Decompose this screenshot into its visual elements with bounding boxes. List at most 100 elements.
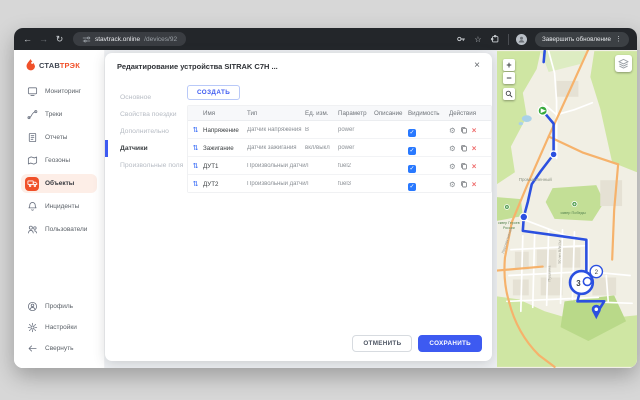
- sidebar-item-monitoring[interactable]: Мониторинг: [21, 82, 97, 101]
- profile-avatar[interactable]: [516, 34, 527, 45]
- sidebar-item-objects[interactable]: Объекты: [21, 174, 97, 193]
- sidebar: СТАВТРЭК Мониторинг Треки: [14, 50, 105, 368]
- col-type: Тип: [247, 110, 305, 117]
- sidebar-item-profile[interactable]: Профиль: [21, 297, 97, 316]
- tab-main[interactable]: Основное: [105, 89, 185, 106]
- copy-icon[interactable]: [460, 180, 468, 188]
- sidebar-item-settings[interactable]: Настройки: [21, 318, 97, 337]
- table-header-row: Имя Тип Ед. изм. Параметр Описание Видим…: [188, 106, 491, 121]
- sidebar-item-label: Настройки: [45, 324, 77, 331]
- delete-icon[interactable]: ×: [472, 126, 477, 135]
- map-layers-button[interactable]: [615, 55, 632, 72]
- settings-icon[interactable]: ⚙: [449, 126, 456, 135]
- url-domain: stavtrack.online: [95, 36, 140, 43]
- sidebar-item-label: Треки: [45, 111, 62, 118]
- map[interactable]: 3 2 Промышленный сквер Победы сквер Геро…: [497, 50, 637, 368]
- finish-update-button[interactable]: Завершить обновление ⋮: [535, 32, 629, 47]
- table-row[interactable]: ⇅ ДУТ1 Произвольный датчик л fuel2 ⚙: [188, 157, 491, 175]
- settings-icon[interactable]: ⚙: [449, 162, 456, 171]
- delete-icon[interactable]: ×: [472, 144, 477, 153]
- truck-icon: [25, 177, 39, 191]
- tab-custom-fields[interactable]: Произвольные поля: [105, 157, 185, 174]
- geofence-icon: [25, 154, 39, 168]
- row-actions: ⚙ ×: [449, 180, 491, 189]
- zoom-in-button[interactable]: +: [503, 59, 515, 71]
- sensor-name: ДУТ1: [203, 163, 247, 170]
- sidebar-item-label: Инциденты: [45, 203, 79, 210]
- brand-logo: СТАВТРЭК: [14, 50, 104, 80]
- route-point-marker: [550, 151, 557, 158]
- sensor-type: Произвольный датчик: [247, 163, 305, 169]
- table-row[interactable]: ⇅ Напряжение Датчик напряжения В power ⚙: [188, 121, 491, 139]
- main-area: Редактирование устройства SITRAK C7H ...…: [105, 50, 497, 368]
- zoom-out-button[interactable]: −: [503, 72, 515, 84]
- sidebar-footer: Профиль Настройки Свернуть: [14, 295, 104, 368]
- sidebar-item-collapse[interactable]: Свернуть: [21, 339, 97, 358]
- drag-handle-icon[interactable]: ⇅: [188, 180, 203, 188]
- copy-icon[interactable]: [460, 162, 468, 170]
- bookmark-star-icon[interactable]: ☆: [472, 33, 484, 45]
- sidebar-spacer: [14, 241, 104, 295]
- report-icon: [25, 131, 39, 145]
- table-row[interactable]: ⇅ ДУТ2 Произвольный датчик л fuel3 ⚙: [188, 175, 491, 192]
- flame-icon: [25, 59, 36, 72]
- users-icon: [25, 223, 39, 237]
- address-bar[interactable]: stavtrack.online/devices/92: [73, 32, 186, 46]
- svg-text:сквер Победы: сквер Победы: [561, 210, 586, 215]
- layers-icon: [618, 58, 629, 69]
- sensor-param: fuel2: [338, 163, 374, 169]
- modal-title: Редактирование устройства SITRAK C7H ...: [117, 62, 278, 71]
- settings-icon[interactable]: ⚙: [449, 144, 456, 153]
- svg-text:50 лет ВЛКСМ: 50 лет ВЛКСМ: [558, 240, 563, 264]
- sensors-table: Имя Тип Ед. изм. Параметр Описание Видим…: [187, 105, 492, 193]
- create-button[interactable]: СОЗДАТЬ: [187, 85, 240, 100]
- sensor-name: Напряжение: [203, 127, 247, 134]
- route-waypoint-marker: [520, 213, 528, 221]
- sensor-param: fuel3: [338, 181, 374, 187]
- copy-icon[interactable]: [460, 144, 468, 152]
- sidebar-item-users[interactable]: Пользователи: [21, 220, 97, 239]
- table-row[interactable]: ⇅ Зажигание Датчик зажигания вкл/выкл po…: [188, 139, 491, 157]
- col-param: Параметр: [338, 110, 374, 117]
- kebab-menu-icon[interactable]: ⋮: [615, 35, 622, 43]
- passwords-icon[interactable]: [455, 33, 467, 45]
- modal-tabs: Основное Свойства поездки Дополнительно …: [105, 75, 185, 335]
- svg-text:2: 2: [595, 269, 599, 276]
- visibility-checkbox[interactable]: [408, 129, 416, 137]
- col-name: Имя: [203, 110, 247, 117]
- drag-handle-icon[interactable]: ⇅: [188, 144, 203, 152]
- svg-text:3: 3: [576, 279, 581, 288]
- forward-icon[interactable]: →: [38, 28, 49, 50]
- visibility-checkbox[interactable]: [408, 183, 416, 191]
- extensions-icon[interactable]: [489, 33, 501, 45]
- delete-icon[interactable]: ×: [472, 162, 477, 171]
- svg-text:сквер Героев: сквер Героев: [498, 221, 520, 225]
- site-info-icon[interactable]: [82, 35, 91, 44]
- back-icon[interactable]: ←: [22, 28, 33, 50]
- sidebar-item-incidents[interactable]: Инциденты: [21, 197, 97, 216]
- row-actions: ⚙ ×: [449, 126, 491, 135]
- drag-handle-icon[interactable]: ⇅: [188, 126, 203, 134]
- sidebar-item-geozones[interactable]: Геозоны: [21, 151, 97, 170]
- visibility-checkbox[interactable]: [408, 147, 416, 155]
- sidebar-item-label: Объекты: [45, 180, 74, 187]
- sidebar-item-tracks[interactable]: Треки: [21, 105, 97, 124]
- map-search-button[interactable]: [503, 88, 515, 100]
- sidebar-item-label: Геозоны: [45, 157, 70, 164]
- drag-handle-icon[interactable]: ⇅: [188, 162, 203, 170]
- sidebar-item-label: Профиль: [45, 303, 73, 310]
- delete-icon[interactable]: ×: [472, 180, 477, 189]
- sidebar-item-reports[interactable]: Отчеты: [21, 128, 97, 147]
- sensor-type: Произвольный датчик: [247, 181, 305, 187]
- arrow-left-icon: [25, 342, 39, 356]
- close-icon[interactable]: ×: [474, 62, 480, 70]
- copy-icon[interactable]: [460, 126, 468, 134]
- reload-icon[interactable]: ↻: [54, 28, 65, 50]
- tab-trip-properties[interactable]: Свойства поездки: [105, 106, 185, 123]
- settings-icon[interactable]: ⚙: [449, 180, 456, 189]
- save-button[interactable]: СОХРАНИТЬ: [418, 335, 482, 352]
- cancel-button[interactable]: ОТМЕНИТЬ: [352, 335, 412, 352]
- tab-additional[interactable]: Дополнительно: [105, 123, 185, 140]
- tab-sensors[interactable]: Датчики: [105, 140, 185, 157]
- visibility-checkbox[interactable]: [408, 165, 416, 173]
